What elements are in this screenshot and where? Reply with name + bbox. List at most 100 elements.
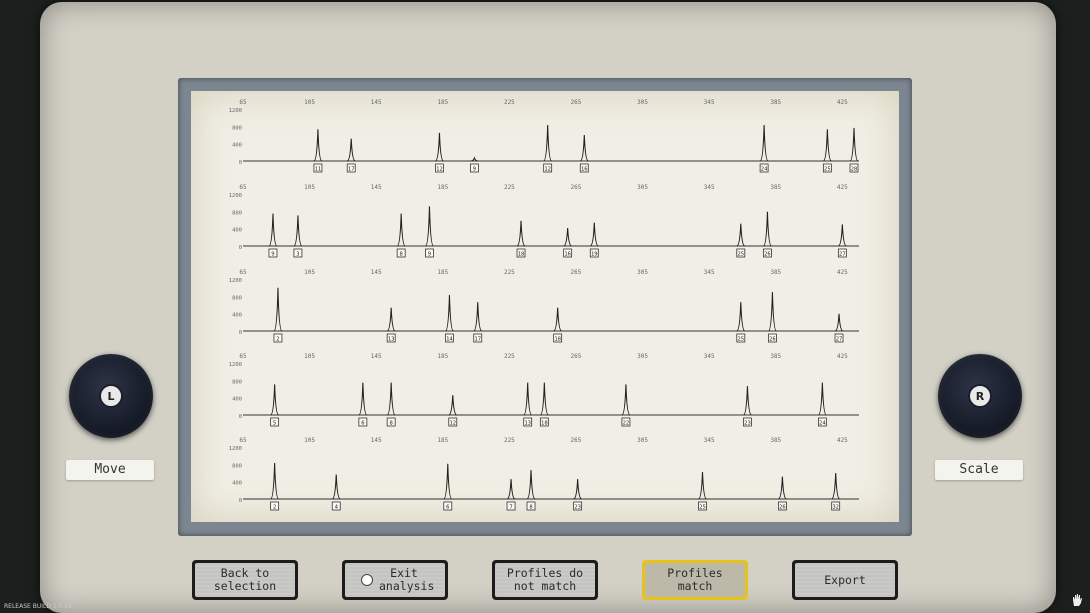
allele-peak — [834, 313, 844, 332]
bp-tick-label: 105 — [304, 269, 315, 276]
allele-label: 8 — [400, 251, 403, 257]
back-to-selection-button[interactable]: Back to selection — [192, 560, 298, 600]
allele-peak — [823, 129, 832, 162]
bp-tick-label: 305 — [637, 269, 648, 276]
bp-tick-label: 345 — [704, 437, 715, 444]
bp-tick-label: 225 — [504, 99, 515, 106]
allele-peak — [424, 206, 435, 247]
y-tick-label: 400 — [232, 143, 242, 149]
allele-peak — [540, 382, 549, 416]
y-tick-label: 1200 — [229, 362, 242, 368]
bp-tick-label: 265 — [571, 99, 582, 106]
allele-label: 11 — [315, 166, 322, 172]
hand-icon — [1073, 594, 1082, 606]
allele-label: 23 — [744, 420, 751, 426]
bp-tick-label: 145 — [371, 353, 382, 360]
bp-tick-label: 425 — [837, 184, 848, 191]
bp-tick-label: 225 — [504, 184, 515, 191]
allele-label: 32 — [832, 504, 839, 510]
allele-peak — [473, 302, 483, 332]
bp-tick-label: 425 — [837, 437, 848, 444]
allele-label: 18 — [518, 251, 525, 257]
allele-peak — [736, 302, 746, 332]
allele-peak — [331, 474, 341, 500]
allele-label: 16 — [564, 251, 571, 257]
bp-tick-label: 425 — [837, 99, 848, 106]
allele-label: 27 — [836, 336, 843, 342]
allele-label: 13 — [388, 336, 395, 342]
allele-label: 25 — [824, 166, 831, 172]
electropherogram-panel: 65 105 145 185 225 265 305 345 385 425 1200 800 400 0… — [191, 91, 899, 522]
profiles-do-not-match-button[interactable]: Profiles do not match — [492, 560, 598, 600]
profiles-match-button[interactable]: Profiles match — [642, 560, 748, 600]
allele-peak — [444, 294, 454, 332]
bp-tick-label: 265 — [571, 437, 582, 444]
move-knob[interactable]: L — [69, 354, 153, 438]
circle-icon — [361, 574, 373, 586]
bp-tick-label: 145 — [371, 437, 382, 444]
bp-tick-label: 345 — [704, 353, 715, 360]
bp-tick-label: 305 — [637, 437, 648, 444]
exit-analysis-button[interactable]: Exit analysis — [342, 560, 448, 600]
bp-tick-label: 385 — [770, 437, 781, 444]
y-tick-label: 1200 — [229, 193, 242, 199]
allele-label: 18 — [541, 420, 548, 426]
bp-tick-label: 185 — [437, 184, 448, 191]
bp-tick-label: 265 — [571, 269, 582, 276]
allele-label: 12 — [544, 166, 551, 172]
allele-peak — [698, 471, 707, 500]
allele-label: 23 — [574, 504, 581, 510]
allele-label: 28 — [851, 166, 858, 172]
electropherogram-traces: 65 105 145 185 225 265 305 345 385 42512008004000… — [229, 99, 859, 511]
y-tick-label: 800 — [232, 210, 242, 216]
profile-panel: 65 105 145 185 225 265 305 345 385 42512008004000… — [229, 353, 859, 427]
bp-tick-label: 145 — [371, 99, 382, 106]
allele-peak — [763, 211, 772, 247]
allele-peak — [849, 127, 859, 162]
allele-label: 26 — [764, 251, 771, 257]
allele-peak — [293, 215, 303, 247]
y-tick-label: 1200 — [229, 446, 242, 452]
bp-tick-label: 105 — [304, 353, 315, 360]
allele-peak — [268, 213, 278, 247]
bp-tick-label: 425 — [837, 353, 848, 360]
allele-peak — [386, 382, 396, 416]
allele-peak — [448, 395, 457, 416]
allele-peak — [516, 220, 526, 247]
allele-peak — [573, 479, 582, 500]
allele-label: 17 — [474, 336, 481, 342]
bp-tick-label: 425 — [837, 269, 848, 276]
allele-peak — [526, 470, 536, 500]
bp-tick-label: 185 — [437, 99, 448, 106]
y-tick-label: 800 — [232, 463, 242, 469]
y-tick-label: 0 — [239, 160, 242, 166]
allele-peak — [443, 463, 453, 500]
allele-label: 24 — [819, 420, 826, 426]
allele-peak — [523, 382, 533, 416]
allele-peak — [346, 138, 356, 162]
allele-label: 6 — [446, 504, 449, 510]
bp-tick-label: 345 — [704, 184, 715, 191]
profiles-match-label: Profiles match — [667, 566, 723, 593]
bp-tick-label: 105 — [304, 184, 315, 191]
allele-label: 25 — [699, 504, 706, 510]
bp-tick-label: 65 — [239, 269, 247, 276]
allele-peak — [553, 307, 562, 332]
allele-peak — [580, 135, 589, 162]
export-button[interactable]: Export — [792, 560, 898, 600]
bp-tick-label: 305 — [637, 353, 648, 360]
y-tick-label: 0 — [239, 330, 242, 336]
bp-tick-label: 225 — [504, 353, 515, 360]
allele-peak — [838, 224, 847, 247]
back-to-selection-label: Back to selection — [213, 566, 277, 593]
profile-panel: 65 105 145 185 225 265 305 345 385 42512008004000… — [229, 99, 859, 173]
profile-panel: 65 105 145 185 225 265 305 345 385 42512008004000… — [229, 269, 859, 343]
allele-label: 6 — [361, 420, 364, 426]
allele-peak — [759, 124, 769, 162]
bp-tick-label: 305 — [637, 184, 648, 191]
y-tick-label: 0 — [239, 414, 242, 420]
allele-peak — [270, 462, 280, 500]
scale-knob[interactable]: R — [938, 354, 1022, 438]
allele-label: 16 — [581, 166, 588, 172]
allele-label: 26 — [769, 336, 776, 342]
